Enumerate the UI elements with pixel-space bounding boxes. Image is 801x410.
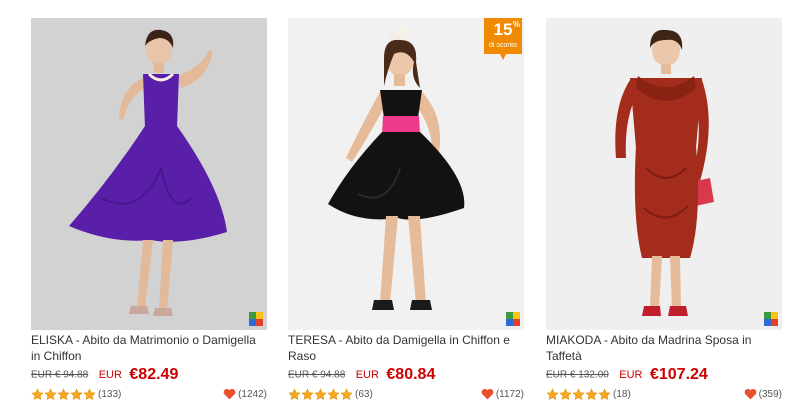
star-icon (327, 388, 340, 400)
star-icon (70, 388, 83, 400)
original-price: EUR € 94.88 (31, 369, 89, 381)
currency-label: EUR (98, 369, 122, 381)
star-icon (572, 388, 585, 400)
product-image[interactable] (31, 18, 267, 330)
star-rating (31, 388, 96, 401)
star-icon (314, 388, 327, 400)
favorite-count: (1242) (238, 388, 267, 400)
star-icon (546, 388, 559, 400)
heart-icon[interactable] (223, 388, 236, 400)
star-icon (340, 388, 353, 400)
sale-price: €80.84 (386, 366, 436, 383)
price-row: EUR € 94.88 EUR €80.84 (288, 366, 435, 384)
product-image[interactable]: 15 % di sconto (288, 18, 524, 330)
review-count[interactable]: (63) (355, 389, 373, 400)
rating[interactable]: (18) (546, 388, 631, 401)
original-price: EUR € 94.88 (288, 369, 346, 381)
star-icon (31, 388, 44, 400)
discount-percent: % (512, 20, 520, 29)
star-icon (44, 388, 57, 400)
review-count[interactable]: (133) (98, 389, 121, 400)
model-red-taffeta-dress (546, 18, 782, 330)
star-rating (288, 388, 353, 401)
product-title[interactable]: ELISKA - Abito da Matrimonio o Damigella… (31, 332, 267, 364)
star-icon (585, 388, 598, 400)
rating[interactable]: (133) (31, 388, 121, 401)
star-icon (598, 388, 611, 400)
sale-price: €82.49 (129, 366, 179, 383)
review-count[interactable]: (18) (613, 389, 631, 400)
currency-label: EUR (355, 369, 379, 381)
model-black-pink-dress (288, 18, 524, 330)
discount-label: di sconto (488, 42, 518, 49)
discount-badge: 15 % di sconto (484, 18, 522, 62)
product-card[interactable]: MIAKODA - Abito da Madrina Sposa in Taff… (546, 18, 782, 400)
product-card[interactable]: ELISKA - Abito da Matrimonio o Damigella… (31, 18, 267, 400)
product-card[interactable]: 15 % di sconto TERESA - Abito da Damigel… (288, 18, 524, 400)
heart-icon[interactable] (744, 388, 757, 400)
product-image[interactable] (546, 18, 782, 330)
sale-price: €107.24 (649, 366, 708, 383)
heart-icon[interactable] (481, 388, 494, 400)
original-price: EUR € 132.00 (546, 369, 609, 381)
favorite-button[interactable]: (1242) (223, 388, 267, 400)
product-title[interactable]: MIAKODA - Abito da Madrina Sposa in Taff… (546, 332, 782, 364)
price-row: EUR € 94.88 EUR €82.49 (31, 366, 178, 384)
price-row: EUR € 132.00 EUR €107.24 (546, 366, 708, 384)
model-purple-chiffon-dress (31, 18, 267, 330)
favorite-button[interactable]: (359) (744, 388, 782, 400)
favorite-button[interactable]: (1172) (481, 388, 524, 400)
star-icon (288, 388, 301, 400)
rating[interactable]: (63) (288, 388, 373, 401)
color-swatch-icon[interactable] (249, 312, 263, 326)
star-rating (546, 388, 611, 401)
star-icon (559, 388, 572, 400)
color-swatch-icon[interactable] (506, 312, 520, 326)
currency-label: EUR (619, 369, 643, 381)
star-icon (301, 388, 314, 400)
star-icon (83, 388, 96, 400)
favorite-count: (1172) (495, 388, 524, 400)
favorite-count: (359) (758, 388, 782, 400)
product-title[interactable]: TERESA - Abito da Damigella in Chiffon e… (288, 332, 524, 364)
color-swatch-icon[interactable] (764, 312, 778, 326)
star-icon (57, 388, 70, 400)
